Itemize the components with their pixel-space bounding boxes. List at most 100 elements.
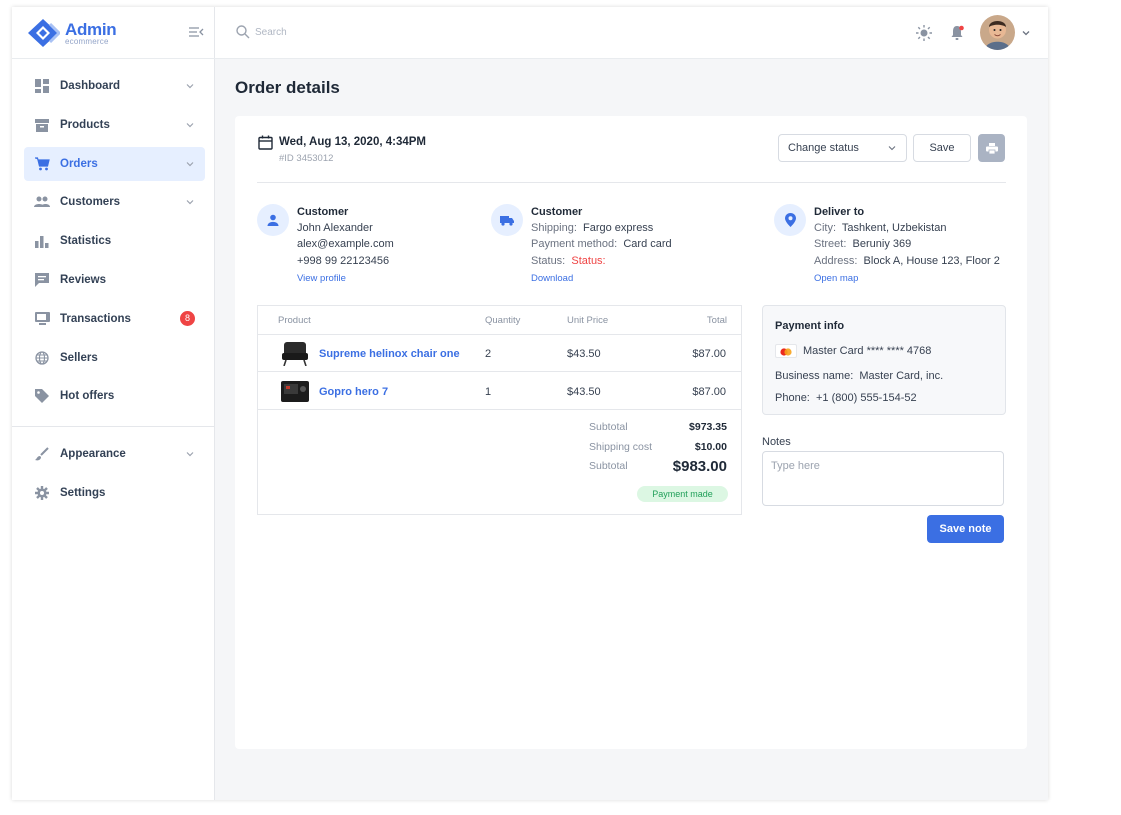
grand-total-label: Subtotal bbox=[589, 460, 628, 472]
column-header-unit-price: Unit Price bbox=[567, 315, 609, 326]
sidebar-item-products[interactable]: Products bbox=[24, 108, 205, 142]
sidebar-item-orders[interactable]: Orders bbox=[24, 146, 205, 181]
street-line: Street: Beruniy 369 bbox=[814, 238, 1044, 254]
archive-icon bbox=[34, 117, 50, 133]
grand-total-value: $983.00 bbox=[672, 458, 727, 475]
print-button[interactable] bbox=[978, 134, 1005, 162]
shipping-cost-row: Shipping cost $10.00 bbox=[258, 441, 741, 459]
sidebar-item-label: Customers bbox=[60, 196, 121, 209]
delivery-title: Deliver to bbox=[814, 206, 865, 218]
sidebar-item-label: Dashboard bbox=[60, 80, 121, 92]
app-window: Admin ecommerce Dashboard Products Order… bbox=[12, 7, 1048, 800]
city-key: City: bbox=[814, 222, 836, 234]
printer-icon bbox=[985, 142, 998, 154]
sidebar-item-dashboard[interactable]: Dashboard bbox=[24, 69, 205, 103]
top-bar bbox=[215, 7, 1048, 59]
notification-bell-icon[interactable] bbox=[948, 24, 966, 42]
street-key: Street: bbox=[814, 238, 847, 251]
product-quantity: 2 bbox=[485, 348, 492, 360]
phone-key: Phone: bbox=[775, 392, 810, 404]
dashboard-icon bbox=[34, 78, 50, 94]
monitor-icon bbox=[34, 311, 50, 327]
sidebar-item-sellers[interactable]: Sellers bbox=[24, 341, 205, 375]
search-icon bbox=[236, 25, 250, 39]
table-row: Gopro hero 7 1 $43.50 $87.00 bbox=[258, 373, 741, 410]
column-header-total: Total bbox=[706, 315, 727, 326]
order-items-table: Product Quantity Unit Price Total Suprem… bbox=[257, 305, 742, 515]
payment-status-badge: Payment made bbox=[637, 486, 728, 502]
notes-textarea[interactable] bbox=[762, 451, 1004, 506]
cart-icon bbox=[34, 156, 50, 172]
payment-method-line: Payment method: Card card bbox=[531, 238, 761, 254]
column-header-product: Product bbox=[278, 315, 311, 326]
product-unit-price: $43.50 bbox=[567, 348, 601, 360]
mastercard-icon bbox=[775, 344, 797, 358]
user-icon bbox=[257, 204, 289, 236]
truck-icon bbox=[491, 204, 523, 236]
open-map-link[interactable]: Open map bbox=[814, 273, 1044, 284]
shipping-key: Shipping: bbox=[531, 222, 577, 234]
payment-key: Payment method: bbox=[531, 238, 618, 251]
order-card: Wed, Aug 13, 2020, 4:34PM #ID 3453012 Ch… bbox=[235, 116, 1027, 749]
payment-info-title: Payment info bbox=[775, 320, 845, 332]
shipping-details: Customer Shipping: Fargo express Payment… bbox=[531, 206, 761, 284]
view-profile-link[interactable]: View profile bbox=[297, 273, 527, 284]
chevron-down-icon bbox=[186, 452, 194, 457]
sidebar-nav-secondary: Appearance Settings bbox=[24, 437, 205, 515]
shipping-title: Customer bbox=[531, 206, 583, 218]
sidebar-item-hot-offers[interactable]: Hot offers bbox=[24, 379, 205, 413]
sidebar-item-settings[interactable]: Settings bbox=[24, 476, 205, 510]
sidebar-item-label: Products bbox=[60, 118, 110, 131]
sidebar-divider bbox=[12, 426, 215, 427]
logo-icon[interactable] bbox=[26, 18, 60, 48]
save-note-button[interactable]: Save note bbox=[927, 515, 1004, 543]
sidebar-item-customers[interactable]: Customers bbox=[24, 185, 205, 219]
sun-icon[interactable] bbox=[915, 24, 933, 42]
page-title: Order details bbox=[235, 78, 340, 97]
delivery-details: Deliver to City: Tashkent, Uzbekistan St… bbox=[814, 206, 1044, 284]
subtotal-value: $973.35 bbox=[689, 421, 727, 433]
user-avatar[interactable] bbox=[980, 15, 1015, 50]
card-number: Master Card **** **** 4768 bbox=[803, 345, 932, 357]
subtotal-label: Subtotal bbox=[589, 421, 628, 433]
globe-icon bbox=[34, 350, 50, 366]
sidebar: Admin ecommerce Dashboard Products Order… bbox=[12, 7, 215, 800]
status-line: Status: Status: bbox=[531, 255, 761, 271]
status-select-value: Change status bbox=[788, 142, 859, 154]
chevron-down-icon bbox=[186, 200, 194, 205]
save-button[interactable]: Save bbox=[913, 134, 971, 162]
search-input[interactable] bbox=[255, 22, 555, 42]
sidebar-item-label: Statistics bbox=[60, 235, 112, 248]
city-value: Tashkent, Uzbekistan bbox=[841, 222, 947, 234]
people-icon bbox=[34, 194, 50, 210]
address-value: Block A, House 123, Floor 2 bbox=[863, 254, 1000, 267]
customer-phone: +998 99 22123456 bbox=[297, 254, 390, 267]
chevron-down-icon bbox=[888, 146, 896, 151]
sidebar-item-reviews[interactable]: Reviews bbox=[24, 263, 205, 297]
chevron-down-icon[interactable] bbox=[1021, 28, 1031, 38]
menu-collapse-icon[interactable] bbox=[188, 25, 204, 39]
brand-header: Admin ecommerce bbox=[12, 7, 215, 59]
chevron-down-icon bbox=[186, 161, 194, 166]
change-status-select[interactable]: Change status bbox=[778, 134, 907, 162]
shipping-cost-value: $10.00 bbox=[694, 441, 727, 453]
notes-label: Notes bbox=[762, 436, 791, 448]
sidebar-item-statistics[interactable]: Statistics bbox=[24, 224, 205, 258]
customer-email: alex@example.com bbox=[297, 238, 394, 251]
business-name-line: Business name: Master Card, inc. bbox=[775, 370, 943, 382]
download-link[interactable]: Download bbox=[531, 273, 761, 284]
address-line: Address: Block A, House 123, Floor 2 bbox=[814, 255, 1044, 271]
address-key: Address: bbox=[814, 254, 858, 267]
sidebar-item-appearance[interactable]: Appearance bbox=[24, 437, 205, 471]
table-row: Supreme helinox chair one 2 $43.50 $87.0… bbox=[258, 335, 741, 372]
product-name-link[interactable]: Supreme helinox chair one bbox=[319, 348, 460, 360]
product-name-link[interactable]: Gopro hero 7 bbox=[319, 386, 388, 398]
sidebar-item-label: Sellers bbox=[60, 351, 98, 364]
product-total: $87.00 bbox=[692, 348, 726, 360]
map-pin-icon bbox=[774, 204, 806, 236]
sidebar-item-label: Settings bbox=[60, 486, 106, 499]
gear-icon bbox=[34, 485, 50, 501]
product-unit-price: $43.50 bbox=[567, 386, 601, 398]
sidebar-item-transactions[interactable]: Transactions 8 bbox=[24, 302, 205, 336]
shipping-method-line: Shipping: Fargo express bbox=[531, 222, 761, 238]
